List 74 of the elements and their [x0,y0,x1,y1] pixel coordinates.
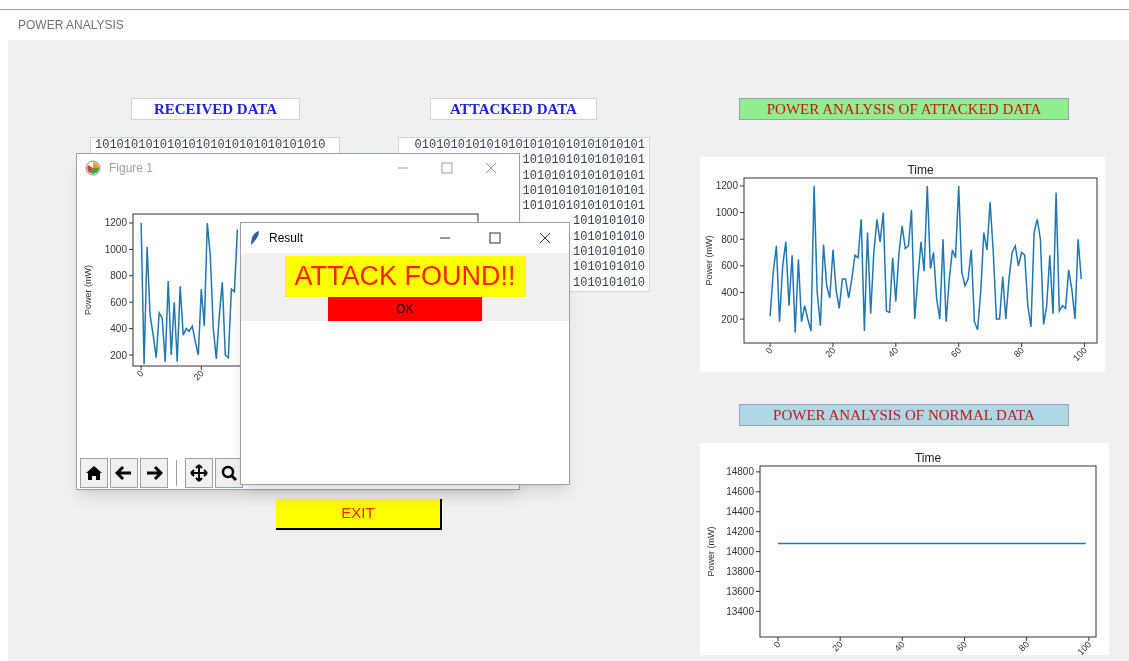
window-title: POWER ANALYSIS [18,17,124,34]
window-title: Figure 1 [109,159,154,177]
chart-title: Time [907,163,934,177]
pan-button[interactable] [185,457,213,488]
tick-label: 600 [110,296,127,308]
tick-label: 13800 [726,566,754,578]
tick-label: 100 [1075,639,1094,658]
tick-label: 80 [1011,345,1026,360]
tick-label: 13600 [726,585,754,597]
binary-line: 1010101010 [573,214,645,230]
binary-line: 1010101010 [573,275,645,291]
app-icon [85,159,101,176]
axis-label: Power (mW) [704,235,714,286]
tick-label: 14800 [726,466,754,478]
zoom-icon [220,463,238,482]
binary-line: 1010101010 [573,260,645,276]
binary-line: 10101010101010101 [522,153,645,169]
tick-label: 0 [771,639,783,650]
close-icon[interactable] [539,232,551,244]
window-title: Result [269,230,303,247]
tick-label: 400 [721,286,738,298]
tick-label: 1200 [104,217,127,229]
forward-button[interactable] [140,457,168,488]
tick-label: 20 [191,368,206,383]
axis-label: Power (mW) [706,526,716,577]
zoom-button[interactable] [215,457,243,488]
tick-label: 14200 [726,526,754,538]
section-label: RECEIVED DATA [131,98,300,120]
tick-label: 0 [134,368,146,379]
binary-line: 10101010101010101 [522,199,645,215]
tick-label: 20 [830,639,845,654]
feather-icon [249,230,261,246]
axis-label: Power (mW) [83,265,93,315]
tick-label: 1000 [715,207,738,219]
tick-label: 0 [763,345,775,356]
section-label: ATTACKED DATA [430,98,597,120]
home-icon [85,464,103,481]
binary-line: 10101010101010101 [522,168,645,184]
binary-line: 1010101010 [573,229,645,246]
tick-label: 40 [892,639,907,654]
tick-label: 1200 [715,180,738,192]
tick-label: 13400 [726,605,754,617]
binary-line: 1010101010 [573,245,645,261]
tick-label: 40 [886,345,901,360]
chart-title: Time [914,451,942,465]
tick-label: 800 [110,270,127,282]
tick-label: 80 [1016,639,1032,654]
tick-label: 1000 [104,243,127,255]
section-label: POWER ANALYSIS OF ATTACKED DATA [739,98,1069,120]
tick-label: 200 [721,313,738,325]
move-icon [190,463,208,482]
tick-label: 100 [1071,345,1089,364]
back-arrow-icon [115,464,133,481]
tick-label: 200 [110,349,127,361]
tick-label: 14000 [726,546,754,558]
tick-label: 60 [954,639,969,654]
tick-label: 800 [721,233,738,245]
exit-button[interactable]: EXIT [276,499,442,530]
tick-label: 400 [110,323,127,335]
back-button[interactable] [110,457,138,488]
section-label: POWER ANALYSIS OF NORMAL DATA [739,404,1069,426]
maximize-icon[interactable] [489,232,501,244]
tick-label: 14400 [726,506,754,518]
alert-message: ATTACK FOUND!! [284,256,526,297]
forward-arrow-icon [145,464,163,481]
binary-line: 10101010101010101010101010101010 [95,138,327,154]
binary-line: 01010101010101010101010101010101 [414,138,645,154]
tick-label: 14600 [726,486,754,498]
tick-label: 60 [948,345,964,360]
tick-label: 600 [721,260,738,272]
tick-label: 20 [823,345,838,360]
home-button[interactable] [80,457,108,488]
ok-button[interactable]: OK [328,297,482,321]
binary-line: 10101010101010101 [522,183,645,200]
